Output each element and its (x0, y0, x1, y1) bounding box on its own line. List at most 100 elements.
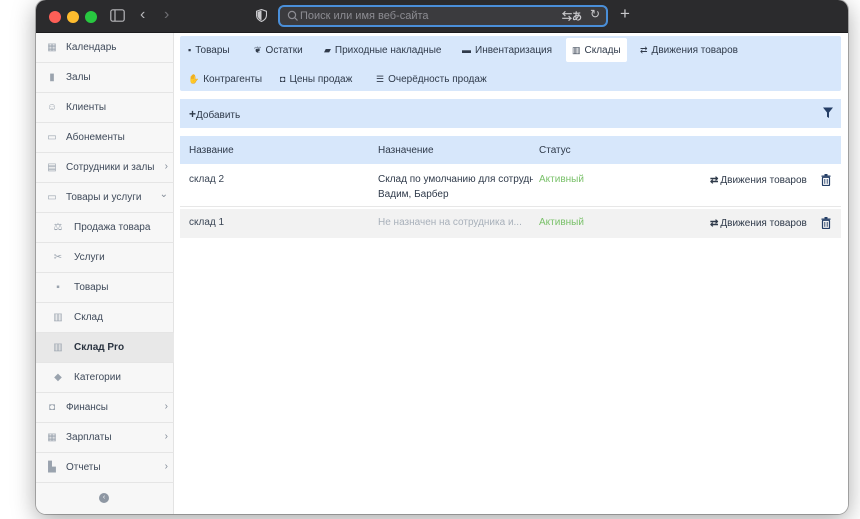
exchange-icon: ⇄ (710, 175, 719, 186)
tab-label: Движения товаров (651, 45, 738, 56)
minimize-window-button[interactable] (67, 11, 79, 23)
warehouse-name[interactable]: склад 1 (189, 217, 224, 228)
trash-icon[interactable] (821, 217, 831, 229)
tag-icon: ▪ (188, 45, 192, 55)
tab-goods[interactable]: ▪ Товары (188, 38, 230, 62)
sidebar-item-label: Склад (74, 312, 103, 323)
sidebar-item-warehouse-pro[interactable]: ▥ Склад Pro (36, 333, 174, 363)
zoom-window-button[interactable] (85, 11, 97, 23)
status-badge: Активный (539, 174, 584, 185)
new-tab-icon[interactable]: + (620, 5, 630, 23)
id-card-icon: ▤ (47, 162, 57, 173)
money-icon: ◘ (48, 402, 56, 413)
warehouse-purpose: Не назначен на сотрудника и... (378, 217, 522, 228)
chevron-right-icon: › (164, 161, 168, 172)
sidebar-item-label: Клиенты (66, 102, 107, 113)
address-input[interactable] (300, 8, 550, 24)
warehouse-name[interactable]: склад 2 (189, 174, 224, 185)
table-row[interactable]: склад 1 Не назначен на сотрудника и... А… (180, 209, 841, 238)
back-icon[interactable]: ‹ (140, 6, 145, 24)
add-button-label: Добавить (196, 110, 241, 121)
sidebar-item-categories[interactable]: ◆ Категории (36, 363, 174, 393)
list-icon: ☰ (376, 74, 385, 84)
tab-sale-prices[interactable]: ◘ Цены продаж (280, 67, 352, 91)
tab-warehouses[interactable]: ▥ Склады (566, 38, 627, 62)
tab-label: Очерёдность продаж (388, 74, 487, 85)
table-row[interactable]: склад 2 Склад по умолчанию для сотрудн В… (180, 166, 841, 207)
users-icon: ☺ (46, 102, 58, 113)
main-content: ▪ Товары ❦ Остатки ▰ Приходные накладные ▬ И… (174, 33, 848, 514)
chevron-right-icon: › (164, 401, 168, 412)
column-header-name[interactable]: Название (189, 145, 234, 156)
search-icon (287, 10, 298, 21)
close-window-button[interactable] (49, 11, 61, 23)
card-icon: ▭ (47, 132, 57, 143)
browser-window: ‹ › ⇆あ ↻ + ▦ Календарь ▮ Залы ☺ Клиенты … (36, 0, 848, 514)
leaf-icon: ❦ (254, 45, 262, 55)
goods-movements-label: Движения товаров (720, 218, 807, 229)
sidebar-toggle-icon[interactable] (110, 8, 125, 26)
sidebar-item-label: Финансы (66, 402, 108, 413)
warehouse-icon: ▥ (572, 45, 581, 55)
tab-receipts[interactable]: ▰ Приходные накладные (324, 38, 441, 62)
tag-icon: ▪ (56, 282, 60, 293)
shield-icon[interactable] (255, 8, 268, 26)
sidebar-item-calendar[interactable]: ▦ Календарь (36, 33, 174, 63)
sidebar-item-subscriptions[interactable]: ▭ Абонементы (36, 123, 174, 153)
sidebar-item-label: Продажа товара (74, 222, 151, 233)
chevron-right-icon: › (164, 461, 168, 472)
calculator-icon: ▦ (47, 432, 57, 443)
column-header-status[interactable]: Статус (539, 145, 571, 156)
goods-movements-link[interactable]: ⇄ Движения товаров (710, 175, 807, 186)
exchange-icon: ⇄ (710, 218, 719, 229)
tab-stock[interactable]: ❦ Остатки (254, 38, 303, 62)
bar-chart-icon: ▙ (48, 462, 56, 473)
tab-label: Остатки (265, 45, 303, 56)
tags-icon: ◆ (54, 372, 62, 383)
sidebar-item-label: Товары (74, 282, 109, 293)
tab-sale-order[interactable]: ☰ Очерёдность продаж (376, 67, 487, 91)
tab-label: Контрагенты (203, 74, 263, 85)
tab-label: Инвентаризация (475, 45, 553, 56)
sidebar-item-halls[interactable]: ▮ Залы (36, 63, 174, 93)
tab-counterparties[interactable]: ✋ Контрагенты (188, 67, 262, 91)
tab-inventory[interactable]: ▬ Инвентаризация (462, 38, 552, 62)
reload-icon[interactable]: ↻ (590, 7, 600, 21)
column-header-purpose[interactable]: Назначение (378, 145, 434, 156)
filter-icon[interactable] (823, 107, 833, 119)
warehouse-purpose: Склад по умолчанию для сотрудн (378, 174, 533, 185)
collapse-sidebar-icon[interactable]: ‹ (99, 493, 109, 503)
chevron-right-icon: › (164, 431, 168, 442)
add-button[interactable]: +Добавить (189, 107, 240, 121)
sidebar-item-salaries[interactable]: ▦ Зарплаты › (36, 423, 174, 453)
sidebar-item-staff[interactable]: ▤ Сотрудники и залы › (36, 153, 174, 183)
sidebar-item-label: Залы (66, 72, 91, 83)
goods-movements-link[interactable]: ⇄ Движения товаров (710, 218, 807, 229)
calendar-icon: ▦ (47, 42, 57, 53)
folder-icon: ▬ (462, 45, 471, 55)
sidebar-item-reports[interactable]: ▙ Отчеты › (36, 453, 174, 483)
sidebar-item-clients[interactable]: ☺ Клиенты (36, 93, 174, 123)
sidebar-item-finance[interactable]: ◘ Финансы › (36, 393, 174, 423)
exchange-icon: ⇄ (640, 45, 648, 55)
tab-label: Приходные накладные (334, 45, 442, 56)
sidebar-item-label: Абонементы (66, 132, 125, 143)
warehouse-purpose-staff: Вадим, Барбер (378, 189, 449, 200)
translate-icon[interactable]: ⇆あ (562, 8, 582, 23)
tab-goods-movements[interactable]: ⇄ Движения товаров (640, 38, 738, 62)
sidebar-item-label: Сотрудники и залы (66, 162, 155, 173)
sidebar-item-label: Услуги (74, 252, 105, 263)
sidebar-item-goods[interactable]: ▪ Товары (36, 273, 174, 303)
warehouse-tabs: ▪ Товары ❦ Остатки ▰ Приходные накладные ▬ И… (180, 36, 841, 91)
trash-icon[interactable] (821, 174, 831, 186)
address-bar[interactable]: ⇆あ ↻ (278, 5, 608, 27)
forward-icon[interactable]: › (164, 6, 169, 24)
sidebar-item-services[interactable]: ✂ Услуги (36, 243, 174, 273)
sidebar-item-goods-services[interactable]: ▭ Товары и услуги ⌄ (36, 183, 174, 213)
sidebar-item-warehouse[interactable]: ▥ Склад (36, 303, 174, 333)
table-header: Название Назначение Статус (180, 136, 841, 164)
sidebar-item-product-sale[interactable]: ⚖ Продажа товара (36, 213, 174, 243)
folder-open-icon: ▰ (324, 45, 331, 55)
sidebar-item-label: Товары и услуги (66, 192, 142, 203)
scale-icon: ⚖ (53, 222, 63, 233)
